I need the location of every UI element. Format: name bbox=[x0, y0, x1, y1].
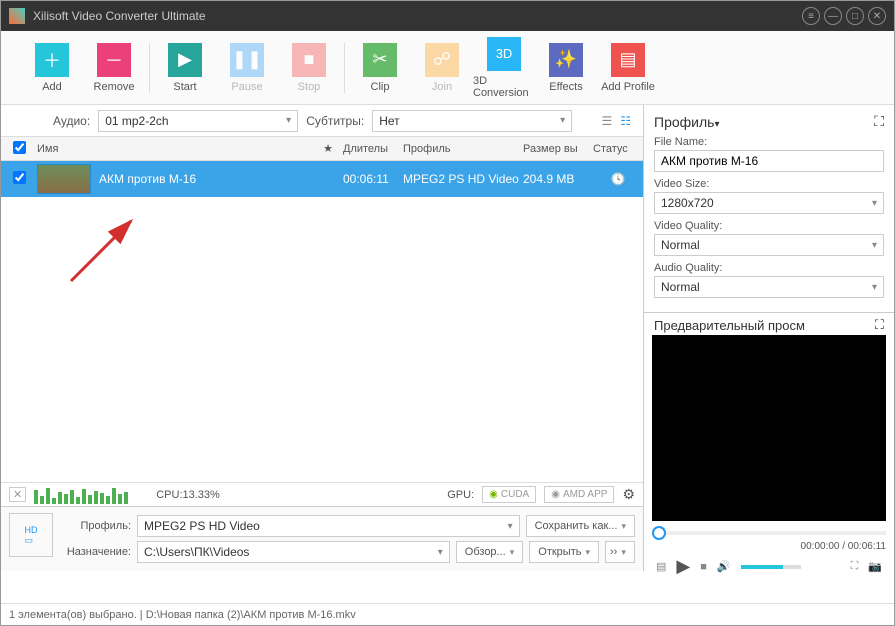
stop-button[interactable]: ■Stop bbox=[278, 35, 340, 101]
maximize-button[interactable]: □ bbox=[846, 7, 864, 25]
gpu-label: GPU: bbox=[447, 489, 474, 501]
join-button[interactable]: ☍Join bbox=[411, 35, 473, 101]
col-size[interactable]: Размер вы bbox=[523, 143, 593, 155]
close-button[interactable]: ✕ bbox=[868, 7, 886, 25]
fullscreen-icon[interactable]: ⛶ bbox=[851, 560, 859, 573]
add-button[interactable]: ＋Add bbox=[21, 35, 83, 101]
dest-label: Назначение: bbox=[61, 546, 131, 558]
minimize-button[interactable]: — bbox=[824, 7, 842, 25]
pause-button[interactable]: ❚❚Pause bbox=[216, 35, 278, 101]
select-all-checkbox[interactable] bbox=[13, 141, 26, 154]
settings-icon[interactable]: ≡ bbox=[802, 7, 820, 25]
audio-select[interactable]: 01 mp2-2ch bbox=[98, 110, 298, 132]
filename-input[interactable] bbox=[654, 150, 884, 172]
preview-header: Предварительный просм⛶ bbox=[654, 317, 884, 333]
more-button[interactable]: ›› bbox=[605, 541, 635, 563]
play-icon[interactable]: ▶ bbox=[676, 556, 690, 577]
list-item[interactable]: АКМ против М-16 00:06:11 MPEG2 PS HD Vid… bbox=[1, 161, 643, 197]
videoq-label: Video Quality: bbox=[654, 220, 884, 232]
col-status[interactable]: Статус bbox=[593, 143, 643, 155]
item-duration: 00:06:11 bbox=[343, 172, 403, 186]
add-profile-button[interactable]: ▤Add Profile bbox=[597, 35, 659, 101]
seek-slider[interactable] bbox=[652, 531, 886, 535]
remove-button[interactable]: －Remove bbox=[83, 35, 145, 101]
status-bar: 1 элемента(ов) выбрано. | D:\Новая папка… bbox=[1, 603, 894, 625]
item-name: АКМ против М-16 bbox=[99, 172, 313, 186]
clip-button[interactable]: ✂Clip bbox=[349, 35, 411, 101]
format-icon: HD▭ bbox=[9, 513, 53, 557]
item-checkbox[interactable] bbox=[13, 171, 26, 184]
save-as-button[interactable]: Сохранить как... bbox=[526, 515, 635, 537]
stack-icon[interactable]: ▤ bbox=[656, 560, 666, 573]
main-toolbar: ＋Add －Remove ▶Start ❚❚Pause ■Stop ✂Clip … bbox=[1, 31, 894, 105]
subtitle-select[interactable]: Нет bbox=[372, 110, 572, 132]
effects-button[interactable]: ✨Effects bbox=[535, 35, 597, 101]
subtitle-label: Субтитры: bbox=[306, 114, 364, 128]
audioq-label: Audio Quality: bbox=[654, 262, 884, 274]
cuda-button[interactable]: ◉CUDA bbox=[482, 486, 536, 503]
clock-icon: 🕓 bbox=[593, 172, 643, 186]
expand-icon[interactable]: ⛶ bbox=[875, 317, 884, 333]
videosize-select[interactable]: 1280x720 bbox=[654, 192, 884, 214]
dest-select[interactable]: C:\Users\ПК\Videos bbox=[137, 541, 450, 563]
browse-button[interactable]: Обзор... bbox=[456, 541, 523, 563]
amd-button[interactable]: ◉AMD APP bbox=[544, 486, 614, 503]
preview-panel: Предварительный просм⛶ 00:00:00 / 00:06:… bbox=[644, 312, 894, 571]
col-duration[interactable]: Длителы bbox=[343, 143, 403, 155]
preview-time: 00:00:00 / 00:06:11 bbox=[652, 541, 886, 552]
sub-toolbar: Аудио: 01 mp2-2ch Субтитры: Нет ☰ ☷ bbox=[1, 105, 643, 137]
gear-icon[interactable]: ⚙ bbox=[622, 486, 635, 503]
stop-icon[interactable]: ■ bbox=[700, 561, 707, 573]
right-panel: Профиль▾⛶ File Name: Video Size: 1280x72… bbox=[644, 105, 894, 571]
item-thumbnail bbox=[37, 164, 91, 194]
profile-label: Профиль: bbox=[61, 520, 131, 532]
close-graph-icon[interactable]: ✕ bbox=[9, 487, 26, 502]
view-detail-icon[interactable]: ☷ bbox=[620, 114, 631, 128]
cpu-graph bbox=[34, 486, 128, 504]
title-bar: Xilisoft Video Converter Ultimate ≡ — □ … bbox=[1, 1, 894, 31]
col-name[interactable]: Имя bbox=[37, 143, 313, 155]
videoq-select[interactable]: Normal bbox=[654, 234, 884, 256]
annotation-arrow bbox=[61, 211, 161, 291]
item-size: 204.9 MB bbox=[523, 172, 593, 186]
volume-slider[interactable] bbox=[741, 565, 801, 569]
col-profile[interactable]: Профиль bbox=[403, 143, 523, 155]
output-panel: HD▭ Профиль: MPEG2 PS HD Video Сохранить… bbox=[1, 506, 643, 571]
audioq-select[interactable]: Normal bbox=[654, 276, 884, 298]
videosize-label: Video Size: bbox=[654, 178, 884, 190]
column-header: Имя ★ Длителы Профиль Размер вы Статус bbox=[1, 137, 643, 161]
filename-label: File Name: bbox=[654, 136, 884, 148]
audio-label: Аудио: bbox=[53, 114, 90, 128]
file-list: АКМ против М-16 00:06:11 MPEG2 PS HD Vid… bbox=[1, 161, 643, 482]
volume-icon[interactable]: 🔊 bbox=[717, 560, 731, 573]
profile-select[interactable]: MPEG2 PS HD Video bbox=[137, 515, 520, 537]
cpu-bar: ✕ CPU:13.33% GPU: ◉CUDA ◉AMD APP ⚙ bbox=[1, 482, 643, 506]
status-text: 1 элемента(ов) выбрано. | D:\Новая папка… bbox=[9, 609, 356, 621]
open-button[interactable]: Открыть bbox=[529, 541, 599, 563]
app-logo-icon bbox=[9, 8, 25, 24]
expand-icon[interactable]: ⛶ bbox=[874, 113, 884, 130]
start-button[interactable]: ▶Start bbox=[154, 35, 216, 101]
3d-conversion-button[interactable]: 3D3D Conversion bbox=[473, 35, 535, 101]
col-star[interactable]: ★ bbox=[313, 142, 343, 155]
app-title: Xilisoft Video Converter Ultimate bbox=[33, 9, 206, 23]
cpu-label: CPU:13.33% bbox=[156, 489, 220, 501]
snapshot-icon[interactable]: 📷 bbox=[868, 560, 882, 573]
profile-header: Профиль▾⛶ bbox=[654, 113, 884, 130]
view-list-icon[interactable]: ☰ bbox=[601, 114, 612, 128]
preview-video[interactable] bbox=[652, 335, 886, 521]
item-profile: MPEG2 PS HD Video bbox=[403, 172, 523, 186]
